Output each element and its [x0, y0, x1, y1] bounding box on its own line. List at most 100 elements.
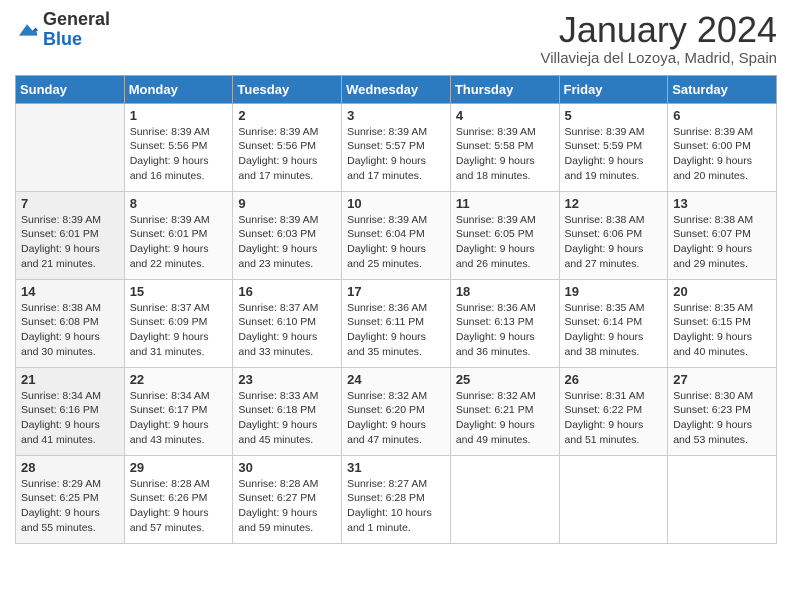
cell-line: Sunset: 6:14 PM	[565, 315, 663, 330]
logo-blue-text: Blue	[43, 30, 110, 50]
cell-line: and 22 minutes.	[130, 257, 228, 272]
cell-line: Daylight: 9 hours	[21, 242, 119, 257]
calendar-week-row: 7Sunrise: 8:39 AMSunset: 6:01 PMDaylight…	[16, 191, 777, 279]
cell-line: and 17 minutes.	[347, 169, 445, 184]
cell-line: Daylight: 9 hours	[565, 154, 663, 169]
cell-line: Sunset: 6:20 PM	[347, 403, 445, 418]
calendar-cell: 20Sunrise: 8:35 AMSunset: 6:15 PMDayligh…	[668, 279, 777, 367]
cell-line: Sunset: 6:26 PM	[130, 491, 228, 506]
cell-line: Sunset: 5:56 PM	[130, 139, 228, 154]
cell-line: and 40 minutes.	[673, 345, 771, 360]
cell-line: Daylight: 9 hours	[673, 242, 771, 257]
cell-line: Sunset: 6:04 PM	[347, 227, 445, 242]
calendar-body: 1Sunrise: 8:39 AMSunset: 5:56 PMDaylight…	[16, 103, 777, 543]
weekday-header-monday: Monday	[124, 75, 233, 103]
cell-line: Sunrise: 8:39 AM	[130, 125, 228, 140]
calendar-cell: 31Sunrise: 8:27 AMSunset: 6:28 PMDayligh…	[342, 455, 451, 543]
cell-line: Sunrise: 8:35 AM	[673, 301, 771, 316]
cell-line: and 31 minutes.	[130, 345, 228, 360]
day-number: 20	[673, 284, 771, 299]
logo-text: General Blue	[43, 10, 110, 50]
cell-line: and 36 minutes.	[456, 345, 554, 360]
page-header: General Blue January 2024 Villavieja del…	[15, 10, 777, 67]
cell-line: Sunset: 6:18 PM	[238, 403, 336, 418]
cell-line: Daylight: 9 hours	[347, 154, 445, 169]
calendar-cell: 30Sunrise: 8:28 AMSunset: 6:27 PMDayligh…	[233, 455, 342, 543]
cell-line: Daylight: 9 hours	[238, 418, 336, 433]
cell-line: Daylight: 10 hours	[347, 506, 445, 521]
cell-line: and 21 minutes.	[21, 257, 119, 272]
cell-line: and 25 minutes.	[347, 257, 445, 272]
cell-line: and 33 minutes.	[238, 345, 336, 360]
calendar-cell: 1Sunrise: 8:39 AMSunset: 5:56 PMDaylight…	[124, 103, 233, 191]
day-number: 21	[21, 372, 119, 387]
weekday-header-saturday: Saturday	[668, 75, 777, 103]
cell-line: Daylight: 9 hours	[21, 418, 119, 433]
cell-line: Sunset: 6:10 PM	[238, 315, 336, 330]
day-number: 8	[130, 196, 228, 211]
cell-line: Sunrise: 8:27 AM	[347, 477, 445, 492]
cell-line: Sunset: 6:01 PM	[21, 227, 119, 242]
calendar-cell: 10Sunrise: 8:39 AMSunset: 6:04 PMDayligh…	[342, 191, 451, 279]
cell-line: and 35 minutes.	[347, 345, 445, 360]
cell-line: Daylight: 9 hours	[347, 418, 445, 433]
day-number: 4	[456, 108, 554, 123]
cell-line: and 23 minutes.	[238, 257, 336, 272]
cell-line: Sunrise: 8:36 AM	[456, 301, 554, 316]
cell-line: Daylight: 9 hours	[456, 418, 554, 433]
day-number: 19	[565, 284, 663, 299]
cell-line: Daylight: 9 hours	[130, 242, 228, 257]
cell-line: Sunrise: 8:36 AM	[347, 301, 445, 316]
day-number: 18	[456, 284, 554, 299]
cell-line: Sunrise: 8:32 AM	[347, 389, 445, 404]
calendar-cell: 6Sunrise: 8:39 AMSunset: 6:00 PMDaylight…	[668, 103, 777, 191]
month-title: January 2024	[540, 10, 777, 50]
cell-line: Daylight: 9 hours	[456, 330, 554, 345]
calendar-cell: 9Sunrise: 8:39 AMSunset: 6:03 PMDaylight…	[233, 191, 342, 279]
cell-line: Sunset: 5:58 PM	[456, 139, 554, 154]
calendar-cell: 29Sunrise: 8:28 AMSunset: 6:26 PMDayligh…	[124, 455, 233, 543]
calendar-cell: 19Sunrise: 8:35 AMSunset: 6:14 PMDayligh…	[559, 279, 668, 367]
cell-line: and 1 minute.	[347, 521, 445, 536]
cell-line: Daylight: 9 hours	[347, 242, 445, 257]
day-number: 16	[238, 284, 336, 299]
cell-line: Sunset: 6:22 PM	[565, 403, 663, 418]
cell-line: Sunrise: 8:39 AM	[347, 125, 445, 140]
day-number: 29	[130, 460, 228, 475]
cell-line: and 26 minutes.	[456, 257, 554, 272]
calendar-cell: 14Sunrise: 8:38 AMSunset: 6:08 PMDayligh…	[16, 279, 125, 367]
cell-line: Sunset: 6:08 PM	[21, 315, 119, 330]
calendar-cell: 18Sunrise: 8:36 AMSunset: 6:13 PMDayligh…	[450, 279, 559, 367]
cell-line: Daylight: 9 hours	[238, 330, 336, 345]
cell-line: Sunset: 6:01 PM	[130, 227, 228, 242]
cell-line: Daylight: 9 hours	[565, 242, 663, 257]
cell-line: Sunrise: 8:39 AM	[238, 125, 336, 140]
cell-line: and 59 minutes.	[238, 521, 336, 536]
cell-line: Daylight: 9 hours	[456, 242, 554, 257]
calendar-header: SundayMondayTuesdayWednesdayThursdayFrid…	[16, 75, 777, 103]
cell-line: Daylight: 9 hours	[565, 418, 663, 433]
cell-line: and 18 minutes.	[456, 169, 554, 184]
cell-line: Sunset: 6:05 PM	[456, 227, 554, 242]
cell-line: Sunset: 6:07 PM	[673, 227, 771, 242]
cell-line: Sunset: 6:27 PM	[238, 491, 336, 506]
cell-line: and 19 minutes.	[565, 169, 663, 184]
calendar-week-row: 1Sunrise: 8:39 AMSunset: 5:56 PMDaylight…	[16, 103, 777, 191]
calendar-cell: 25Sunrise: 8:32 AMSunset: 6:21 PMDayligh…	[450, 367, 559, 455]
day-number: 31	[347, 460, 445, 475]
cell-line: Sunset: 6:17 PM	[130, 403, 228, 418]
cell-line: and 17 minutes.	[238, 169, 336, 184]
cell-line: Daylight: 9 hours	[565, 330, 663, 345]
calendar-cell: 2Sunrise: 8:39 AMSunset: 5:56 PMDaylight…	[233, 103, 342, 191]
cell-line: Sunrise: 8:39 AM	[21, 213, 119, 228]
cell-line: Sunset: 6:00 PM	[673, 139, 771, 154]
day-number: 7	[21, 196, 119, 211]
cell-line: Sunset: 5:56 PM	[238, 139, 336, 154]
cell-line: Sunrise: 8:30 AM	[673, 389, 771, 404]
cell-line: Sunset: 5:59 PM	[565, 139, 663, 154]
cell-line: Sunrise: 8:39 AM	[456, 125, 554, 140]
logo-icon	[15, 18, 39, 42]
calendar-cell: 17Sunrise: 8:36 AMSunset: 6:11 PMDayligh…	[342, 279, 451, 367]
calendar-cell	[668, 455, 777, 543]
weekday-header-sunday: Sunday	[16, 75, 125, 103]
